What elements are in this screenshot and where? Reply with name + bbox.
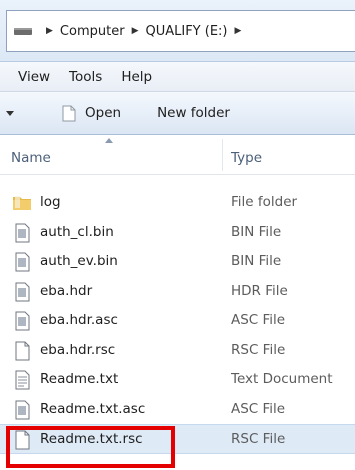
file-type: BIN File	[231, 253, 282, 269]
file-type: ASC File	[231, 400, 286, 417]
drive-icon	[14, 28, 32, 35]
column-header: Name Type	[0, 135, 355, 175]
command-bar: Open New folder	[0, 92, 355, 135]
breadcrumb-computer[interactable]: Computer	[60, 24, 125, 39]
sort-ascending-icon	[105, 138, 113, 143]
document-icon	[15, 252, 30, 272]
breadcrumb-drive[interactable]: QUALIFY (E:)	[145, 24, 227, 39]
folder-icon	[13, 196, 31, 210]
organize-dropdown-icon[interactable]	[6, 110, 14, 116]
file-row[interactable]: auth_ev.bin BIN File	[0, 247, 355, 277]
new-folder-button[interactable]: New folder	[157, 105, 230, 121]
file-name: eba.hdr	[40, 282, 93, 299]
menu-view[interactable]: View	[18, 69, 50, 85]
file-row[interactable]: eba.hdr HDR File	[0, 277, 355, 307]
file-row[interactable]: eba.hdr.asc ASC File	[0, 306, 355, 336]
file-name: eba.hdr.asc	[40, 312, 118, 328]
breadcrumb-separator-icon[interactable]: ▶	[132, 26, 139, 36]
open-button[interactable]: Open	[62, 105, 121, 122]
file-name: Readme.txt.asc	[40, 400, 146, 417]
file-row[interactable]: auth_cl.bin BIN File	[0, 218, 355, 248]
file-name: Readme.txt	[40, 371, 119, 387]
file-name: log	[40, 194, 61, 210]
breadcrumb-separator-icon[interactable]: ▶	[46, 26, 53, 36]
column-divider[interactable]	[222, 139, 223, 171]
file-list: log File folder auth_cl.bin BIN File aut…	[0, 188, 355, 454]
menu-bar: View Tools Help	[0, 62, 355, 92]
file-row[interactable]: Readme.txt Text Document	[0, 365, 355, 395]
file-row[interactable]: log File folder	[0, 188, 355, 218]
menu-tools[interactable]: Tools	[69, 69, 102, 85]
file-type: RSC File	[231, 431, 286, 447]
file-type: ASC File	[231, 312, 286, 328]
menu-help[interactable]: Help	[121, 69, 152, 85]
file-row[interactable]: Readme.txt.asc ASC File	[0, 395, 355, 425]
document-icon	[15, 400, 30, 419]
file-row[interactable]: eba.hdr.rsc RSC File	[0, 336, 355, 366]
file-name: Readme.txt.rsc	[40, 431, 143, 447]
file-row-selected[interactable]: Readme.txt.rsc RSC File	[0, 424, 355, 454]
open-button-label: Open	[85, 105, 122, 121]
document-icon	[15, 311, 30, 331]
blank-file-icon	[15, 430, 30, 450]
file-type: BIN File	[231, 223, 282, 240]
file-name: auth_cl.bin	[40, 223, 114, 240]
file-type: Text Document	[231, 371, 333, 387]
breadcrumb-separator-icon[interactable]: ▶	[235, 26, 242, 36]
blank-file-icon	[15, 341, 30, 360]
column-name[interactable]: Name	[11, 150, 51, 166]
address-bar: ▶ Computer ▶ QUALIFY (E:) ▶	[0, 0, 355, 62]
file-name: eba.hdr.rsc	[40, 341, 116, 358]
text-file-icon	[15, 370, 30, 390]
file-type: RSC File	[231, 341, 286, 358]
file-name: auth_ev.bin	[40, 253, 118, 269]
document-icon	[15, 223, 30, 242]
page-icon	[62, 105, 76, 121]
column-type[interactable]: Type	[231, 150, 262, 166]
address-box[interactable]: ▶ Computer ▶ QUALIFY (E:) ▶	[6, 10, 355, 52]
document-icon	[15, 282, 30, 301]
file-type: HDR File	[231, 282, 288, 299]
file-type: File folder	[231, 194, 298, 210]
